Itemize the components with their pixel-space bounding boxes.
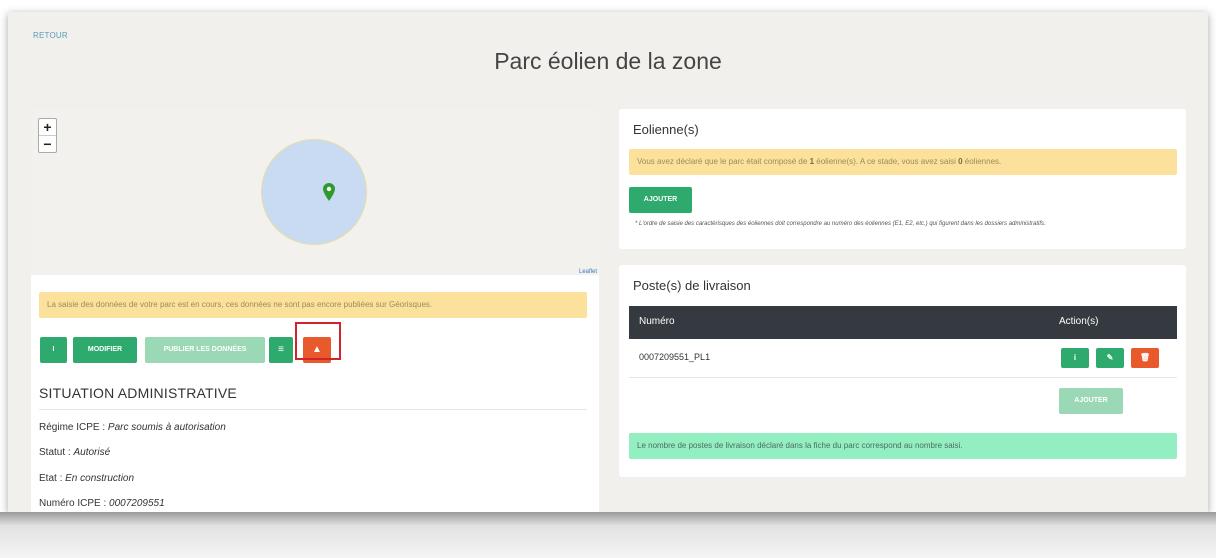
menu-button[interactable]: ≡ [269, 337, 293, 363]
situation-item-value: En construction [65, 473, 135, 484]
situation-item-regime: Régime ICPE : Parc soumis à autorisation [39, 422, 226, 433]
postes-card: Poste(s) de livraison Numéro Action(s) 0… [619, 265, 1186, 477]
postes-success-message: Le nombre de postes de livraison déclaré… [629, 433, 1177, 459]
park-panel: + − Leaflet La saisie des données de vot… [31, 109, 599, 512]
situation-item-value: Parc soumis à autorisation [107, 422, 226, 433]
situation-item-label: Statut : [39, 447, 74, 458]
eoliennes-title: Eolienne(s) [633, 122, 699, 137]
situation-item-value: 0007209551 [109, 498, 165, 509]
map-attribution[interactable]: Leaflet [579, 269, 597, 275]
background-shade [0, 512, 1216, 558]
situation-item-label: Numéro ICPE : [39, 498, 110, 509]
situation-item-label: Etat : [39, 473, 66, 484]
zoom-control: + − [38, 118, 57, 153]
eoliennes-note: * L'ordre de saisie des caractérisques d… [635, 221, 1046, 227]
map[interactable]: + − Leaflet [31, 109, 599, 275]
zoom-in-button[interactable]: + [39, 119, 56, 135]
draft-warning: La saisie des données de votre parc est … [39, 292, 587, 318]
info-button[interactable]: i [40, 337, 67, 363]
eoliennes-card: Eolienne(s) Vous avez déclaré que le par… [619, 109, 1186, 249]
highlight-box [295, 322, 341, 360]
add-poste-button[interactable]: AJOUTER [1059, 388, 1123, 414]
table-header: Numéro Action(s) [629, 306, 1177, 339]
publish-data-button[interactable]: PUBLIER LES DONNÉES [145, 337, 265, 363]
warning-text: Vous avez déclaré que le parc était comp… [637, 157, 810, 166]
eoliennes-warning: Vous avez déclaré que le parc était comp… [629, 149, 1177, 175]
page-title: Parc éolien de la zone [494, 48, 722, 74]
situation-item-statut: Statut : Autorisé [39, 447, 110, 458]
poste-delete-button[interactable]: 🗑 [1131, 348, 1159, 368]
map-marker-icon[interactable] [323, 183, 335, 201]
situation-title: SITUATION ADMINISTRATIVE [39, 385, 237, 401]
modify-button[interactable]: MODIFIER [73, 337, 137, 363]
back-link[interactable]: RETOUR [33, 31, 68, 40]
situation-item-etat: Etat : En construction [39, 473, 134, 484]
poste-info-button[interactable]: i [1061, 348, 1089, 368]
table-row: 0007209551_PL1 i ✎ 🗑 [629, 340, 1177, 378]
column-header-numero: Numéro [639, 316, 675, 327]
postes-title: Poste(s) de livraison [633, 278, 751, 293]
warning-text: éoliennes. [962, 157, 1002, 166]
add-eolienne-button[interactable]: AJOUTER [629, 187, 692, 213]
situation-item-numero: Numéro ICPE : 0007209551 [39, 498, 165, 509]
app-window: RETOUR Parc éolien de la zone + − Leafle… [8, 12, 1208, 512]
zone-circle[interactable] [261, 139, 367, 245]
column-header-actions: Action(s) [1059, 316, 1099, 327]
poste-numero: 0007209551_PL1 [639, 352, 711, 362]
divider [39, 409, 587, 410]
situation-item-label: Régime ICPE : [39, 422, 108, 433]
situation-item-value: Autorisé [73, 447, 111, 458]
zoom-out-button[interactable]: − [39, 135, 56, 152]
warning-text: éolienne(s). A ce stade, vous avez saisi [814, 157, 959, 166]
poste-edit-button[interactable]: ✎ [1096, 348, 1124, 368]
